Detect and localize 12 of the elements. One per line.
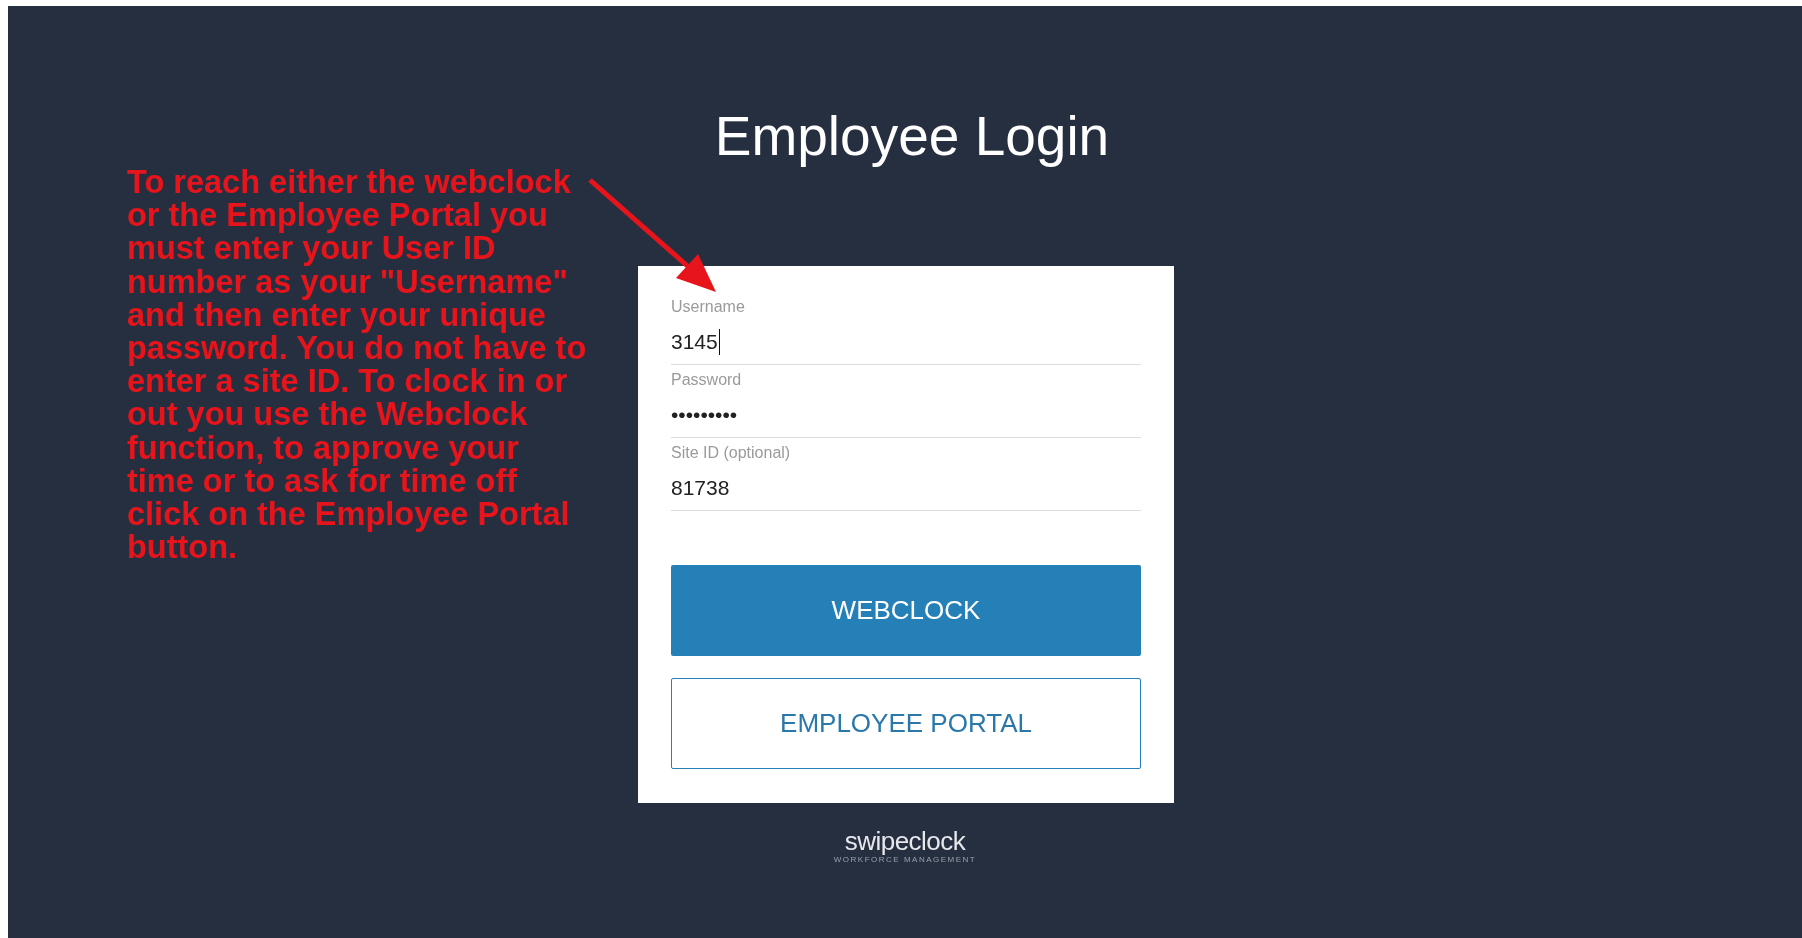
- input-field[interactable]: 3145: [671, 316, 1141, 365]
- annotation-text: To reach either the webclock or the Employee Portal you must enter your User ID number as your "Username" and then enter your unique password. You do not have to enter a site ID. To clock in or out you use the Webclock function, to approve your time or to ask for time off click on the Employee Portal button.: [127, 166, 588, 565]
- input-field[interactable]: 81738: [671, 462, 1141, 511]
- field-label: Password: [671, 371, 743, 389]
- brand-logo: swipeclock: [844, 827, 966, 855]
- page-title: Employee Login: [713, 106, 1110, 166]
- input-field[interactable]: •••••••••: [671, 389, 1141, 438]
- portal-button[interactable]: EMPLOYEE PORTAL: [671, 678, 1141, 769]
- webclock-button[interactable]: WEBCLOCK: [671, 565, 1141, 656]
- logo-tagline: WORKFORCE MANAGEMENT: [833, 855, 977, 865]
- field-label: Site ID (optional): [671, 444, 792, 462]
- field-label: Username: [671, 298, 746, 316]
